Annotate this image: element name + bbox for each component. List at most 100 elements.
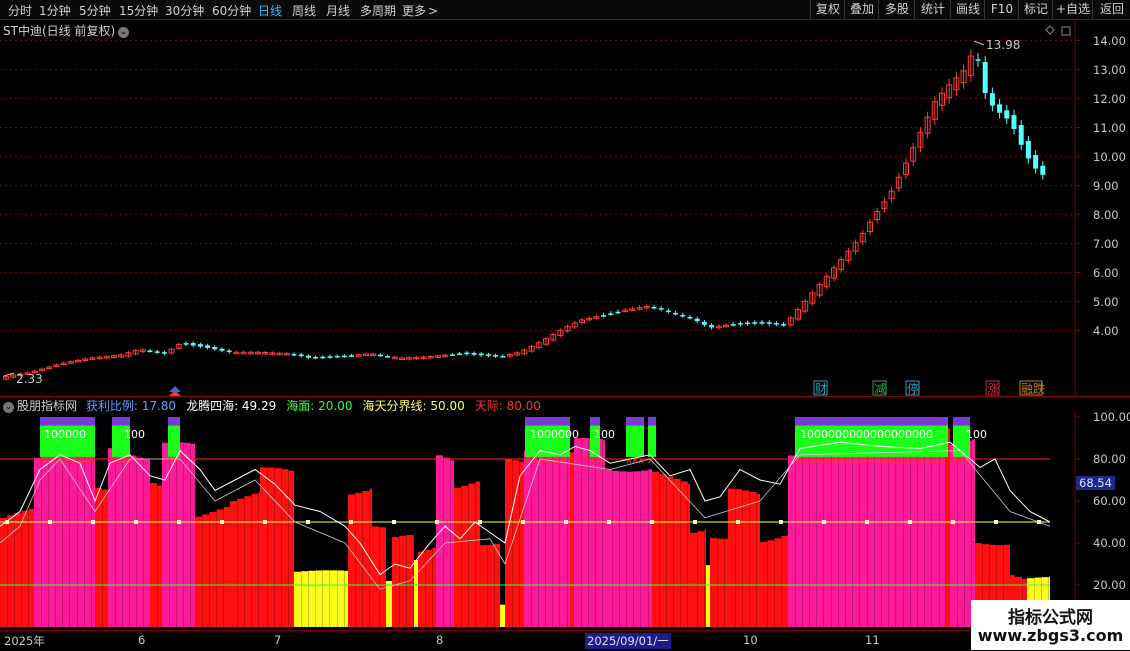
add-watchlist-button[interactable]: +自选 bbox=[1052, 0, 1093, 19]
f10-button[interactable]: F10 bbox=[984, 0, 1019, 19]
boundary-marker bbox=[994, 520, 998, 524]
more-label: 更多 bbox=[402, 4, 426, 18]
boundary-marker bbox=[478, 520, 482, 524]
indicator-bar bbox=[810, 449, 817, 627]
peak-cap bbox=[112, 417, 130, 425]
candle-body bbox=[738, 323, 743, 325]
period-tab-5min[interactable]: 5分钟 bbox=[79, 2, 111, 19]
indicator-bar bbox=[619, 471, 626, 627]
back-button[interactable]: 返回 bbox=[1092, 0, 1130, 19]
watermark-url: www.zbgs3.com bbox=[971, 626, 1130, 645]
indicator-bar bbox=[910, 439, 917, 627]
indicator-bar bbox=[757, 494, 760, 627]
boundary-marker bbox=[607, 520, 611, 524]
candle-body bbox=[652, 307, 657, 309]
indicator-bar bbox=[84, 442, 91, 627]
peak-cap bbox=[40, 417, 95, 425]
period-tab-weekly[interactable]: 周线 bbox=[292, 2, 316, 19]
indicator-bar bbox=[191, 444, 195, 627]
candlestick-chart[interactable]: 13.982.33财减停涨融跌 bbox=[0, 19, 1130, 397]
boundary-marker bbox=[779, 520, 783, 524]
candle-body bbox=[378, 355, 383, 357]
candle-body bbox=[990, 93, 995, 105]
peak-block bbox=[626, 425, 644, 457]
watermark-title: 指标公式网 bbox=[971, 603, 1130, 628]
candle-body bbox=[292, 354, 297, 356]
indicator-bar bbox=[950, 445, 957, 627]
indicator-bar bbox=[344, 571, 348, 627]
candle-body bbox=[457, 353, 462, 355]
candle-body bbox=[1004, 110, 1009, 118]
period-tab-15min[interactable]: 15分钟 bbox=[119, 2, 158, 19]
period-tab-monthly[interactable]: 月线 bbox=[326, 2, 350, 19]
indicator-bar bbox=[735, 489, 742, 627]
candle-body bbox=[616, 312, 621, 314]
peak-cap bbox=[168, 417, 180, 425]
indicator-bar bbox=[918, 442, 925, 627]
mark-button[interactable]: 标记 bbox=[1018, 0, 1053, 19]
fuquan-button[interactable]: 复权 bbox=[810, 0, 845, 19]
indicator-bar bbox=[372, 527, 379, 627]
indicator-bar bbox=[244, 496, 251, 627]
period-tab-multi[interactable]: 多周期 bbox=[360, 2, 396, 19]
indicator-bar bbox=[957, 443, 964, 627]
date-label: 10 bbox=[743, 633, 758, 647]
indicator-bar bbox=[817, 447, 824, 627]
candle-body bbox=[702, 322, 707, 325]
indicator-bar bbox=[627, 472, 634, 627]
indicator-bar bbox=[468, 484, 475, 627]
indicator-bar bbox=[224, 507, 230, 627]
chevron-down-icon[interactable]: ⌄ bbox=[118, 27, 129, 38]
boundary-marker bbox=[908, 520, 912, 524]
indicator-bar bbox=[706, 565, 710, 627]
indicator-bar bbox=[767, 540, 774, 627]
low-price-label: 2.33 bbox=[16, 372, 43, 386]
candle-body bbox=[148, 350, 153, 352]
peak-cap bbox=[590, 417, 600, 425]
peak-value-label: 1000000000000000000 bbox=[800, 428, 933, 441]
period-tab-more[interactable]: 更多> bbox=[402, 2, 438, 19]
indicator-bar bbox=[795, 454, 802, 627]
period-tab-daily[interactable]: 日线 bbox=[258, 2, 282, 19]
draw-line-button[interactable]: 画线 bbox=[950, 0, 985, 19]
indicator-bar bbox=[209, 512, 216, 627]
indicator-bar bbox=[538, 446, 545, 627]
candle-body bbox=[666, 311, 671, 313]
high-marker-line bbox=[974, 41, 984, 45]
multi-stock-button[interactable]: 多股 bbox=[878, 0, 915, 19]
indicator-bar bbox=[690, 533, 697, 627]
candle-body bbox=[472, 353, 477, 355]
chevron-right-icon: > bbox=[428, 4, 438, 18]
indicator-bar bbox=[34, 458, 41, 627]
period-tab-fenshi[interactable]: 分时 bbox=[8, 2, 32, 19]
indicator-bar bbox=[824, 444, 831, 627]
period-tab-1min[interactable]: 1分钟 bbox=[39, 2, 71, 19]
period-tab-30min[interactable]: 30分钟 bbox=[165, 2, 204, 19]
indicator-bar bbox=[553, 443, 560, 627]
candle-body bbox=[976, 59, 981, 61]
indicator-bar bbox=[436, 455, 443, 627]
price-axis-label: 8.00 bbox=[1093, 208, 1119, 222]
indicator-bar bbox=[323, 570, 330, 627]
candle-body bbox=[313, 357, 318, 359]
indicator-bar bbox=[0, 518, 7, 627]
indicator-bar bbox=[399, 536, 406, 627]
candle-body bbox=[1033, 155, 1038, 169]
candle-body bbox=[1026, 141, 1031, 159]
candle-body bbox=[464, 353, 469, 355]
peak-cap bbox=[626, 417, 644, 425]
indicator-bar bbox=[95, 488, 102, 627]
indicator-bar bbox=[945, 428, 950, 627]
period-tab-60min[interactable]: 60分钟 bbox=[212, 2, 251, 19]
indicator-axis-label: 20.00 bbox=[1093, 578, 1126, 592]
indicator-bar bbox=[56, 451, 63, 627]
indicator-bar bbox=[230, 501, 237, 627]
indicator-bar bbox=[519, 462, 524, 627]
statistics-button[interactable]: 统计 bbox=[914, 0, 951, 19]
candle-body bbox=[1040, 166, 1045, 175]
indicator-chart[interactable]: 1000001001000000100100000000000000000010… bbox=[0, 410, 1130, 630]
date-label: 2025年 bbox=[4, 633, 45, 649]
candle-body bbox=[385, 356, 390, 358]
indicator-bar bbox=[70, 446, 77, 627]
overlay-button[interactable]: 叠加 bbox=[844, 0, 879, 19]
